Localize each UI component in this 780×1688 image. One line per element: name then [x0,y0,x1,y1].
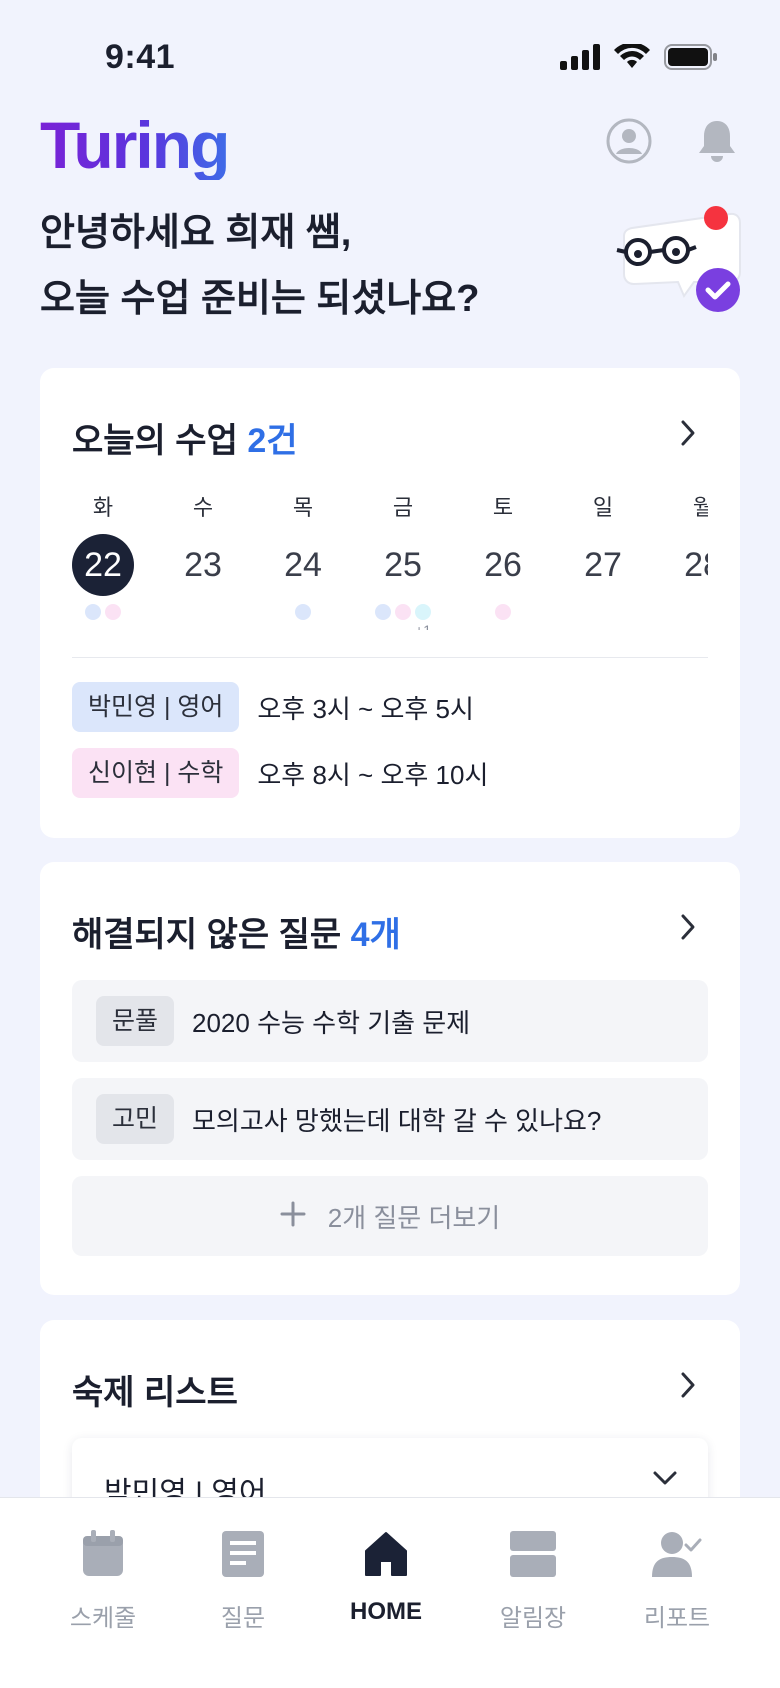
mascot-illustration [612,200,752,320]
day-tue[interactable]: 화 22 [72,490,134,620]
tab-schedule[interactable]: 스케줄 [38,1524,168,1633]
status-time: 9:41 [105,38,176,76]
profile-button[interactable] [604,118,654,168]
week-calendar: 화 22 수 23 목 24 금 25 +1 토 26 일 27 월 28 [32,490,708,630]
tab-home[interactable]: HOME [321,1524,451,1626]
more-classes-badge: +1 [415,622,431,630]
notification-button[interactable] [692,118,742,168]
document-icon [178,1524,308,1584]
question-category-tag: 고민 [96,1094,175,1144]
profile-icon [606,118,652,169]
greeting-line-2: 오늘 수업 준비는 되셨나요? [40,278,480,320]
tab-questions[interactable]: 질문 [178,1524,308,1633]
status-bar: 9:41 [0,0,780,110]
lesson-student-tag: 신이현 | 수학 [72,748,240,798]
home-icon [321,1524,451,1584]
more-questions-label: 2개 질문 더보기 [327,1202,501,1233]
homework-title: 숙제 리스트 [72,1374,238,1412]
tab-report[interactable]: 리포트 [612,1524,742,1633]
user-check-icon [612,1524,742,1584]
day-fri[interactable]: 금 25 +1 [372,490,434,630]
plus-icon [280,1201,306,1232]
app-header: Turing [0,110,780,190]
tab-notice-board[interactable]: 알림장 [468,1524,598,1633]
question-item[interactable]: 고민 모의고사 망했는데 대학 갈 수 있나요? [72,1078,708,1160]
chevron-right-icon [678,913,698,946]
signal-icon [560,44,600,75]
day-sun[interactable]: 일 27 [572,490,634,620]
app-logo: Turing [40,108,230,182]
lesson-item[interactable]: 신이현 | 수학 오후 8시 ~ 오후 10시 [72,748,488,798]
greeting-line-1: 안녕하세요 희재 쌤, [40,212,352,254]
bottom-tab-bar: 스케줄 질문 HOME 알림장 리포트 [0,1497,780,1688]
homework-arrow-button[interactable] [668,1367,708,1407]
lesson-time: 오후 3시 ~ 오후 5시 [257,693,474,724]
today-classes-count: 2건 [247,422,298,460]
day-sat[interactable]: 토 26 [472,490,534,620]
day-wed[interactable]: 수 23 [172,490,234,620]
day-mon[interactable]: 월 28 [672,490,708,620]
lesson-item[interactable]: 박민영 | 영어 오후 3시 ~ 오후 5시 [72,682,474,732]
greeting-text: 안녕하세요 희재 쌤, 오늘 수업 준비는 되셨나요? [40,200,479,332]
chevron-down-icon [652,1470,678,1491]
questions-title: 해결되지 않은 질문 4개 [72,916,401,954]
status-icons [560,42,718,75]
unresolved-questions-card: 해결되지 않은 질문 4개 문풀 2020 수능 수학 기출 문제 고민 모의고… [40,862,740,1295]
today-classes-arrow-button[interactable] [668,415,708,455]
battery-icon [664,44,718,75]
day-thu[interactable]: 목 24 [272,490,334,620]
lesson-time: 오후 8시 ~ 오후 10시 [257,759,489,790]
calendar-icon [38,1524,168,1584]
notice-board-icon [468,1524,598,1584]
bell-icon [696,118,738,169]
divider [72,657,708,658]
day-number-selected: 22 [72,534,134,596]
lesson-student-tag: 박민영 | 영어 [72,682,240,732]
chevron-right-icon [678,419,698,452]
more-questions-button[interactable]: 2개 질문 더보기 [72,1176,708,1256]
today-classes-title: 오늘의 수업 2건 [72,422,298,460]
chevron-right-icon [678,1371,698,1404]
question-category-tag: 문풀 [96,996,175,1046]
questions-arrow-button[interactable] [668,909,708,949]
question-title: 모의고사 망했는데 대학 갈 수 있나요? [192,1105,602,1136]
question-title: 2020 수능 수학 기출 문제 [192,1007,471,1038]
question-item[interactable]: 문풀 2020 수능 수학 기출 문제 [72,980,708,1062]
wifi-icon [614,42,650,75]
questions-count: 4개 [350,916,401,954]
